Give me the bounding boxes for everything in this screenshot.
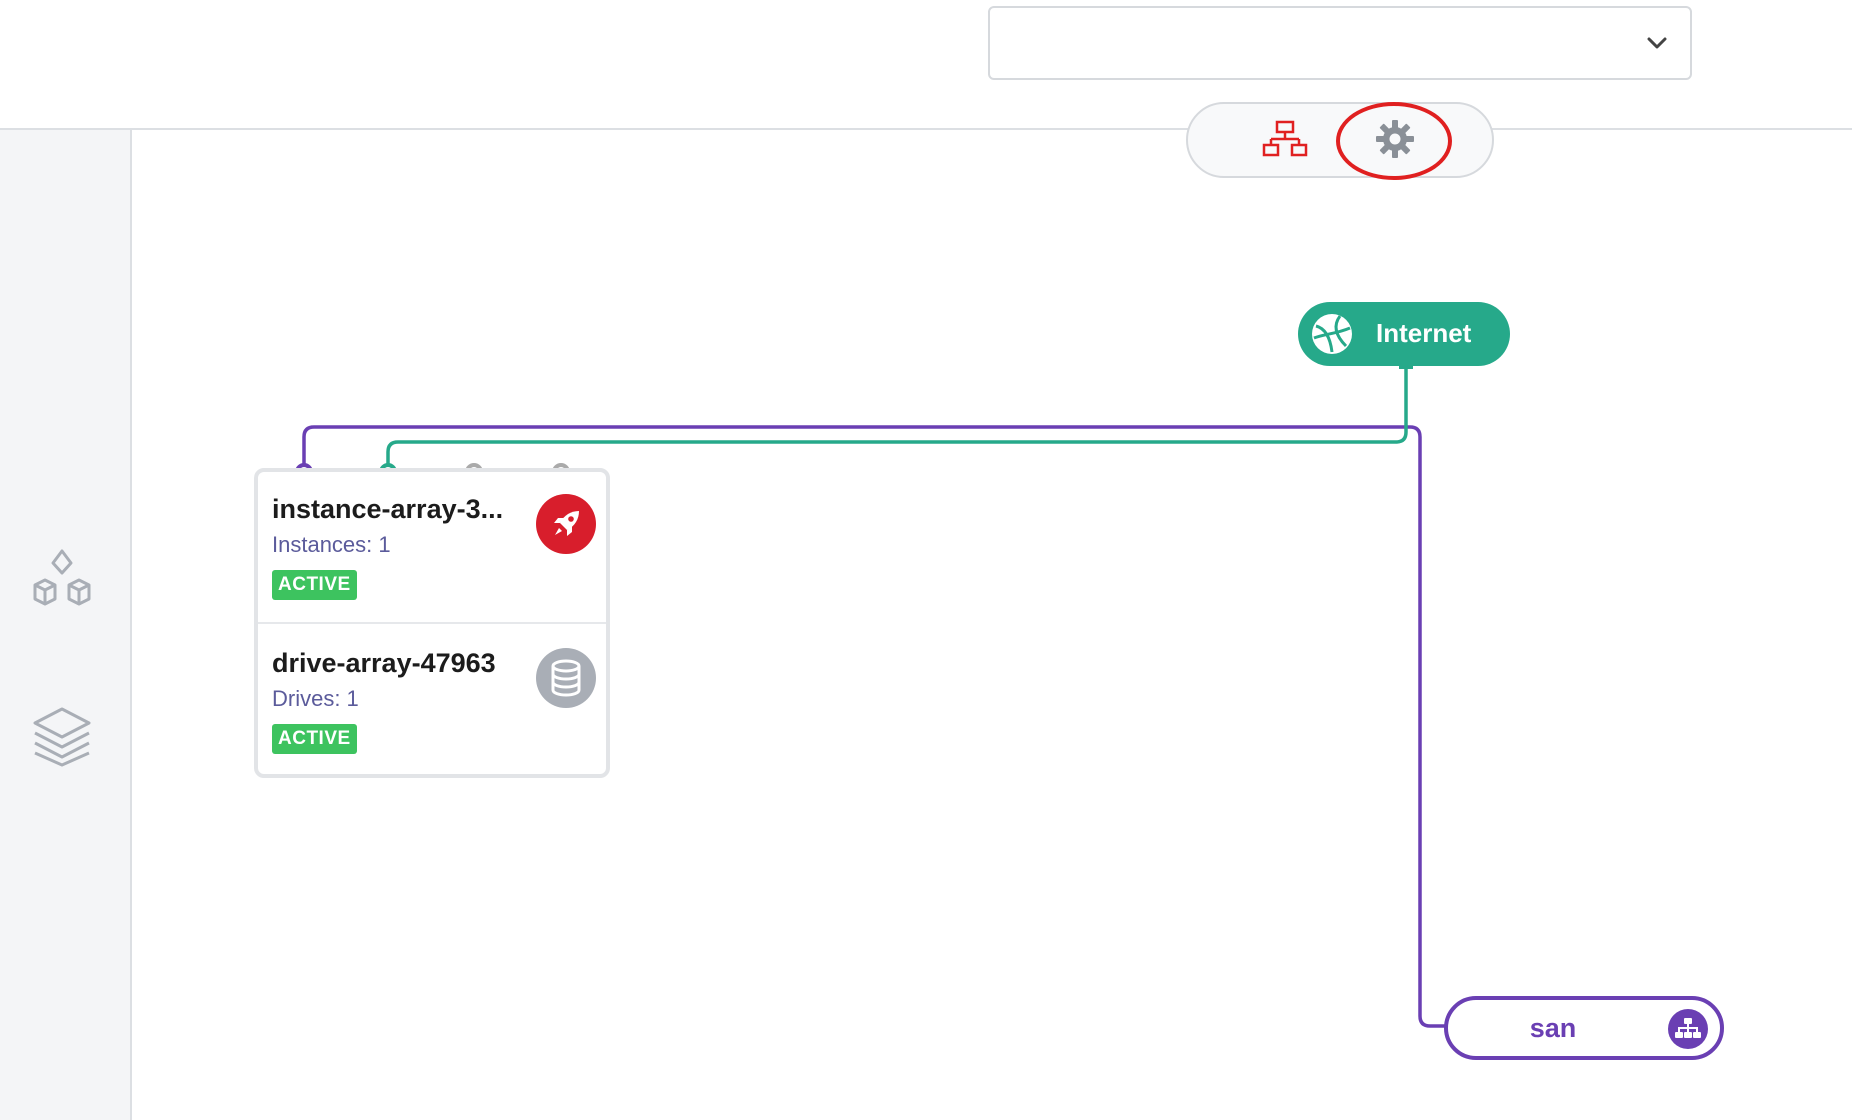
drive-array-name: drive-array-47963 (272, 648, 496, 678)
infrastructure-select[interactable] (988, 6, 1692, 80)
sidebar-item-cubes[interactable] (30, 548, 94, 612)
globe-icon (1310, 312, 1354, 356)
san-node[interactable]: san (1444, 996, 1724, 1060)
network-diagram-icon (1262, 120, 1308, 163)
instance-array-card[interactable]: instance-array-3... Instances: 1 ACTIVE (258, 472, 606, 624)
san-label: san (1529, 1013, 1577, 1043)
status-badge: ACTIVE (272, 724, 357, 754)
sidebar-item-layers[interactable] (30, 706, 94, 770)
internet-link (386, 366, 1408, 472)
drive-array-card[interactable]: drive-array-47963 Drives: 1 ACTIVE (258, 626, 606, 776)
sitemap-icon (1668, 1009, 1708, 1049)
top-bar (0, 0, 1852, 130)
internet-node[interactable]: Internet (1298, 302, 1510, 366)
chevron-down-icon (1646, 32, 1668, 59)
left-sidebar (0, 130, 132, 1120)
rocket-icon (536, 494, 596, 554)
layers-icon (31, 705, 93, 772)
drive-count: Drives: 1 (272, 686, 359, 711)
cubes-icon (31, 549, 93, 612)
view-toggle (1186, 102, 1494, 178)
instance-array-name: instance-array-3... (272, 494, 504, 524)
internet-label: Internet (1376, 318, 1472, 348)
instance-count: Instances: 1 (272, 532, 391, 557)
diagram-view-button[interactable] (1260, 116, 1310, 166)
instance-drive-node: instance-array-3... Instances: 1 ACTIVE … (254, 468, 610, 778)
database-icon (536, 648, 596, 708)
settings-view-button[interactable] (1370, 116, 1420, 166)
gear-icon (1374, 118, 1416, 165)
status-badge: ACTIVE (272, 570, 357, 600)
